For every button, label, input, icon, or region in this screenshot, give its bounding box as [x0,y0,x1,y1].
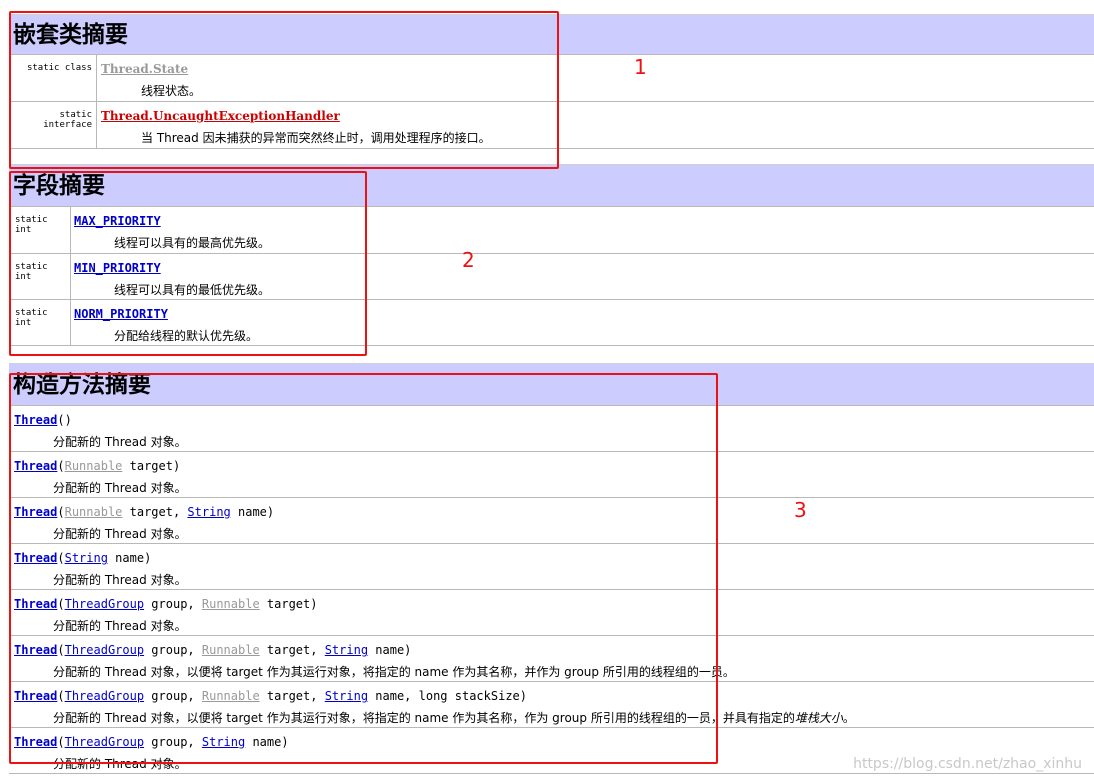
annotation-box-3 [9,373,718,764]
annotation-label-2: 2 [462,248,475,272]
description-emphasis: 堆栈大小 [794,711,843,725]
annotation-label-1: 1 [634,55,647,79]
annotation-box-2 [9,171,367,356]
annotation-label-3: 3 [794,498,807,522]
watermark: https://blog.csdn.net/zhao_xinhu [853,756,1082,772]
divider [9,773,1094,774]
annotation-box-1 [9,11,559,169]
description-text: 。 [842,711,855,725]
